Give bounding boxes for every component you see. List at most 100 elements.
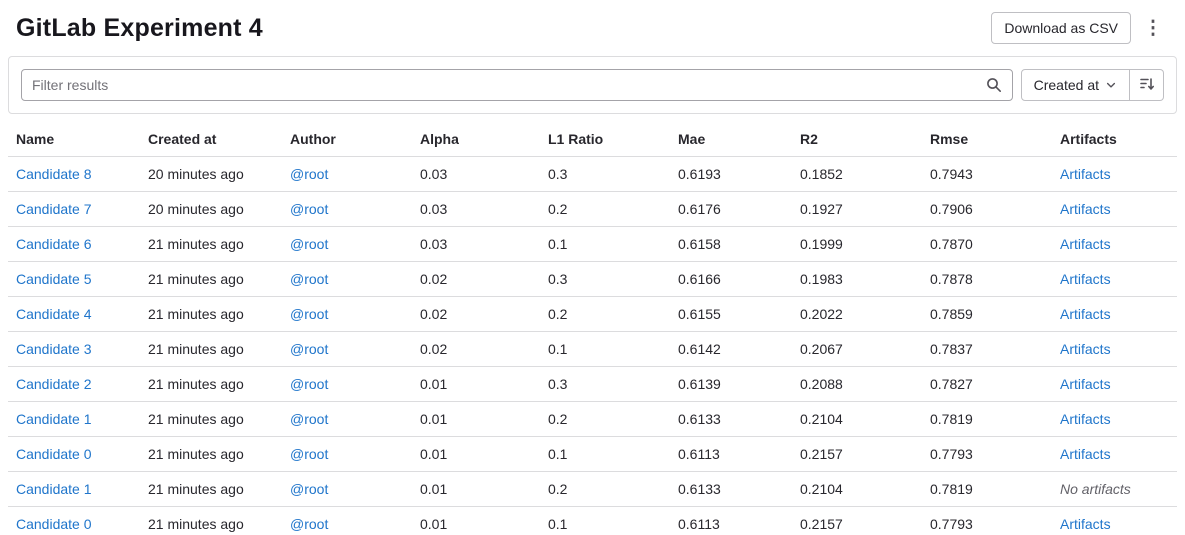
created-at-cell: 20 minutes ago [140,192,282,227]
mae-cell: 0.6113 [670,507,792,535]
alpha-cell-text: 0.03 [420,201,447,217]
alpha-cell: 0.02 [412,332,540,367]
r2-cell-text: 0.2088 [800,376,843,392]
table-row: Candidate 621 minutes ago@root0.030.10.6… [8,227,1177,262]
mae-cell: 0.6193 [670,157,792,192]
candidate-link[interactable]: Candidate 6 [16,236,92,252]
r2-cell-text: 0.2104 [800,481,843,497]
author-link[interactable]: @root [290,481,328,497]
search-icon[interactable] [986,77,1002,93]
author-link: @root [282,297,412,332]
candidate-link[interactable]: Candidate 1 [16,481,92,497]
author-link: @root [282,192,412,227]
artifacts-link[interactable]: Artifacts [1060,306,1111,322]
alpha-cell-text: 0.03 [420,166,447,182]
mae-cell: 0.6133 [670,472,792,507]
l1-ratio-cell-text: 0.2 [548,411,567,427]
artifacts-link[interactable]: Artifacts [1060,411,1111,427]
table-header-row: NameCreated atAuthorAlphaL1 RatioMaeR2Rm… [8,122,1177,157]
l1-ratio-cell: 0.2 [540,402,670,437]
author-link[interactable]: @root [290,376,328,392]
l1-ratio-cell-text: 0.1 [548,446,567,462]
author-link[interactable]: @root [290,411,328,427]
l1-ratio-cell: 0.2 [540,192,670,227]
table-row: Candidate 0 21 minutes ago @root 0.010.1 0.6… [8,507,1177,535]
candidate-link: Candidate 7 [8,192,140,227]
vertical-ellipsis-icon: ⋮ [1144,19,1163,38]
sort-by-dropdown[interactable]: Created at [1021,69,1130,101]
table-row: Candidate 221 minutes ago@root0.010.30.6… [8,367,1177,402]
l1-ratio-cell: 0.3 [540,262,670,297]
kebab-menu-button[interactable]: ⋮ [1137,12,1169,44]
artifacts-link[interactable]: Artifacts [1060,341,1111,357]
author-link[interactable]: @root [290,271,328,287]
candidate-link[interactable]: Candidate 0 [16,516,92,532]
table-row: Candidate 121 minutes ago@root0.010.20.6… [8,402,1177,437]
alpha-cell-text: 0.02 [420,306,447,322]
candidate-link: Candidate 8 [8,157,140,192]
created-at-cell-text: 21 minutes ago [148,271,244,287]
artifacts-link[interactable]: Artifacts [1060,516,1111,532]
created-at-cell: 21 minutes ago [140,507,282,535]
candidate-link[interactable]: Candidate 1 [16,411,92,427]
rmse-cell-text: 0.7819 [930,411,973,427]
candidate-link: Candidate 2 [8,367,140,402]
artifacts-cell: Artifacts [1052,367,1177,402]
author-link[interactable]: @root [290,236,328,252]
created-at-cell-text: 20 minutes ago [148,166,244,182]
author-link[interactable]: @root [290,201,328,217]
column-header-mae: Mae [670,122,792,157]
candidate-link[interactable]: Candidate 7 [16,201,92,217]
artifacts-link[interactable]: Artifacts [1060,446,1111,462]
sort-descending-icon [1139,76,1155,95]
author-link[interactable]: @root [290,306,328,322]
author-link[interactable]: @root [290,341,328,357]
candidate-link[interactable]: Candidate 0 [16,446,92,462]
candidate-link[interactable]: Candidate 2 [16,376,92,392]
filter-results-input[interactable] [32,77,986,93]
candidate-link: Candidate 1 [8,472,140,507]
artifacts-link[interactable]: Artifacts [1060,201,1111,217]
author-link[interactable]: @root [290,516,328,532]
candidate-link[interactable]: Candidate 3 [16,341,92,357]
alpha-cell: 0.01 [412,402,540,437]
table-row: Candidate 421 minutes ago@root0.020.20.6… [8,297,1177,332]
artifacts-link[interactable]: Artifacts [1060,271,1111,287]
created-at-cell-text: 21 minutes ago [148,481,244,497]
no-artifacts-text: No artifacts [1060,481,1131,497]
sort-by-label: Created at [1034,77,1099,93]
l1-ratio-cell-text: 0.1 [548,236,567,252]
download-csv-button[interactable]: Download as CSV [991,12,1131,44]
author-link[interactable]: @root [290,166,328,182]
alpha-cell: 0.01 [412,367,540,402]
mae-cell-text: 0.6176 [678,201,721,217]
sort-direction-button[interactable] [1130,69,1164,101]
l1-ratio-cell: 0.1 [540,437,670,472]
artifacts-link[interactable]: Artifacts [1060,236,1111,252]
mae-cell-text: 0.6113 [678,516,720,532]
l1-ratio-cell: 0.1 [540,507,670,535]
candidate-link[interactable]: Candidate 5 [16,271,92,287]
rmse-cell-text: 0.7793 [930,446,973,462]
artifacts-cell: Artifacts [1052,402,1177,437]
created-at-cell: 21 minutes ago [140,367,282,402]
artifacts-link[interactable]: Artifacts [1060,166,1111,182]
table-row: Candidate 121 minutes ago@root0.010.20.6… [8,472,1177,507]
artifacts-link[interactable]: Artifacts [1060,376,1111,392]
alpha-cell-text: 0.01 [420,446,447,462]
l1-ratio-cell-text: 0.2 [548,201,567,217]
artifacts-cell: No artifacts [1052,472,1177,507]
table-row: Candidate 021 minutes ago@root0.010.10.6… [8,437,1177,472]
candidate-link[interactable]: Candidate 4 [16,306,92,322]
rmse-cell-text: 0.7943 [930,166,973,182]
author-link: @root [282,507,412,535]
mae-cell: 0.6166 [670,262,792,297]
candidate-link[interactable]: Candidate 8 [16,166,92,182]
alpha-cell: 0.01 [412,507,540,535]
created-at-cell-text: 21 minutes ago [148,411,244,427]
r2-cell-text: 0.2104 [800,411,843,427]
mae-cell: 0.6113 [670,437,792,472]
author-link: @root [282,157,412,192]
alpha-cell: 0.02 [412,262,540,297]
author-link[interactable]: @root [290,446,328,462]
